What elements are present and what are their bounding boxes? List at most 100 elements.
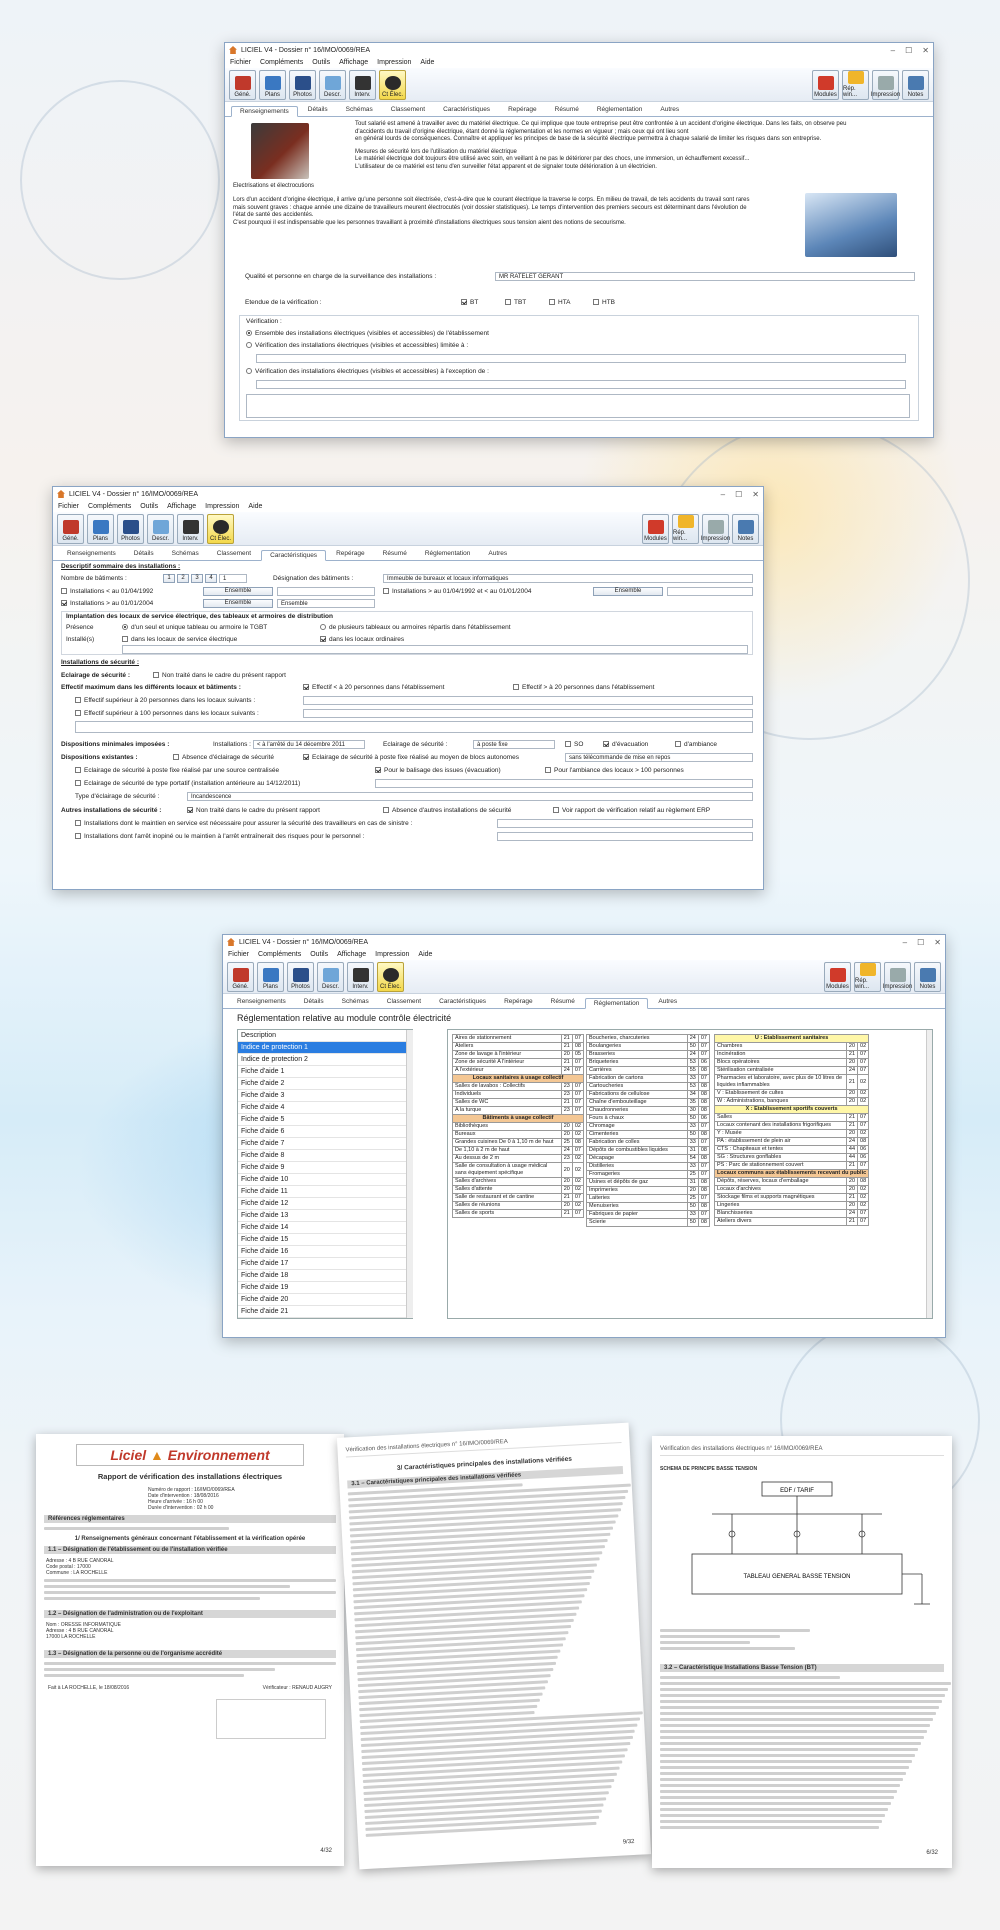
menu-affichage[interactable]: Affichage [167, 503, 196, 510]
menu-impression[interactable]: Impression [205, 503, 239, 510]
toolbar-interv-button[interactable]: Interv. [349, 69, 376, 100]
inst-1992-checkbox[interactable] [61, 588, 67, 595]
toolbar-photos-button[interactable]: Photos [289, 69, 316, 100]
tab-renseignements[interactable]: Renseignements [229, 997, 294, 1008]
implantation-input[interactable] [122, 645, 748, 654]
balisage-option[interactable]: Pour le balisage des issues (évacuation) [375, 767, 501, 774]
toolbar-modules-button[interactable]: Modules [812, 69, 839, 100]
htb-checkbox[interactable] [593, 299, 599, 306]
menu-fichier[interactable]: Fichier [58, 503, 79, 510]
autres-erp-checkbox[interactable] [553, 807, 559, 814]
presence-unique-option[interactable]: d'un seul et unique tableau ou armoire l… [122, 624, 267, 631]
installs-ordinaires-option[interactable]: dans les locaux ordinaires [320, 636, 404, 643]
dispo-ambiance-option[interactable]: d'ambiance [675, 741, 717, 748]
inst-2004-option[interactable]: Installations > au 01/01/2004 [61, 600, 153, 607]
presence-plusieurs-option[interactable]: de plusieurs tableaux ou armoires répart… [320, 624, 511, 631]
dispo-so-checkbox[interactable] [565, 741, 571, 748]
presence-plusieurs-radio[interactable] [320, 624, 326, 631]
autres-sub2-input[interactable] [497, 832, 753, 841]
toolbar-modules-button[interactable]: Modules [824, 961, 851, 992]
reglementation-list-item[interactable]: Fiche d'aide 7 [238, 1138, 412, 1150]
eclairage-non-traite-option[interactable]: Non traité dans le cadre du présent rapp… [153, 672, 286, 679]
toolbar-gene-button[interactable]: Géné. [229, 69, 256, 100]
menu-fichier[interactable]: Fichier [230, 59, 251, 66]
toolbar-descr-button[interactable]: Descr. [147, 513, 174, 544]
reglementation-list-item[interactable]: Fiche d'aide 20 [238, 1294, 412, 1306]
etendue-bt[interactable]: BT [461, 299, 478, 306]
tab-reperage[interactable]: Repérage [500, 105, 545, 116]
installs-ordinaires-checkbox[interactable] [320, 636, 326, 643]
toolbar-ct-elec-button[interactable]: Ct Élec. [207, 513, 234, 544]
verif-ensemble-radio[interactable] [246, 330, 252, 337]
reglementation-list-item[interactable]: Fiche d'aide 3 [238, 1090, 412, 1102]
batiment-3-button[interactable]: 3 [191, 574, 203, 583]
eclair-centr-option[interactable]: Eclairage de sécurité à poste fixe réali… [75, 767, 279, 774]
autres-non-traite-checkbox[interactable] [187, 807, 193, 814]
menu-impression[interactable]: Impression [375, 951, 409, 958]
eclair-centr-checkbox[interactable] [75, 767, 81, 774]
inst-2004-ensemble-button[interactable]: Ensemble [203, 599, 273, 608]
effectif-sub20-checkbox[interactable] [75, 697, 81, 704]
inst-1992-ensemble-button[interactable]: Ensemble [203, 587, 273, 596]
tab-resume[interactable]: Résumé [375, 549, 415, 560]
tab-autres[interactable]: Autres [650, 997, 685, 1008]
dispo-installations-select[interactable]: < à l'arrêté du 14 décembre 2011 [253, 740, 365, 749]
eclairage-non-traite-checkbox[interactable] [153, 672, 159, 679]
designation-input[interactable]: Immeuble de bureaux et locaux informatiq… [383, 574, 753, 583]
autres-erp-option[interactable]: Voir rapport de vérification relatif au … [553, 807, 710, 814]
menu-complements[interactable]: Compléments [88, 503, 131, 510]
reglementation-list-item[interactable]: Fiche d'aide 9 [238, 1162, 412, 1174]
verif-option-ensemble[interactable]: Ensemble des installations électriques (… [246, 330, 489, 337]
inst-2004-checkbox[interactable] [61, 600, 67, 607]
toolbar-impression-button[interactable]: Impression [871, 69, 900, 100]
tab-renseignements[interactable]: Renseignements [231, 106, 298, 117]
qualite-input[interactable]: MR RATELET GERANT [495, 272, 915, 281]
verif-limitee-radio[interactable] [246, 342, 252, 349]
tab-renseignements[interactable]: Renseignements [59, 549, 124, 560]
toolbar-interv-button[interactable]: Interv. [177, 513, 204, 544]
tbt-checkbox[interactable] [505, 299, 511, 306]
tab-reperage[interactable]: Repérage [496, 997, 541, 1008]
toolbar-gene-button[interactable]: Géné. [57, 513, 84, 544]
reglementation-list-item[interactable]: Description [238, 1030, 412, 1042]
dispo-so-option[interactable]: SO [565, 741, 583, 748]
tab-caracteristiques[interactable]: Caractéristiques [435, 105, 498, 116]
inst-1992b-option[interactable]: Installations > au 01/04/1992 et < au 01… [383, 588, 532, 595]
toolbar-descr-button[interactable]: Descr. [317, 961, 344, 992]
toolbar-impression-button[interactable]: Impression [701, 513, 730, 544]
tab-classement[interactable]: Classement [209, 549, 259, 560]
portatif-checkbox[interactable] [75, 780, 81, 787]
toolbar-rep-win-button[interactable]: Rép. win... [672, 513, 699, 544]
toolbar-ct-elec-button[interactable]: Ct Élec. [377, 961, 404, 992]
toolbar-notes-button[interactable]: Notes [732, 513, 759, 544]
reglementation-list-item[interactable]: Fiche d'aide 10 [238, 1174, 412, 1186]
toolbar-plans-button[interactable]: Plans [257, 961, 284, 992]
type-eclair-select[interactable]: Incandescence [187, 792, 753, 801]
reglementation-list-item[interactable]: Fiche d'aide 14 [238, 1222, 412, 1234]
autres-sub1-option[interactable]: Installations dont le maintien en servic… [75, 820, 412, 827]
reglementation-list-item[interactable]: Fiche d'aide 4 [238, 1102, 412, 1114]
tab-reglementation[interactable]: Réglementation [589, 105, 651, 116]
tab-classement[interactable]: Classement [383, 105, 433, 116]
telecommande-select[interactable]: sans télécommande de mise en repos [565, 753, 753, 762]
portatif-option[interactable]: Eclairage de sécurité de type portatif (… [75, 780, 300, 787]
toolbar-notes-button[interactable]: Notes [914, 961, 941, 992]
eclair-fixe-checkbox[interactable] [303, 754, 309, 761]
dispo-eclairage-select[interactable]: à poste fixe [473, 740, 555, 749]
close-icon[interactable]: ✕ [934, 938, 941, 947]
installs-service-checkbox[interactable] [122, 636, 128, 643]
table-scrollbar[interactable] [926, 1030, 932, 1318]
batiment-1-button[interactable]: 1 [163, 574, 175, 583]
inst-1992-option[interactable]: Installations < au 01/04/1992 [61, 588, 153, 595]
hta-checkbox[interactable] [549, 299, 555, 306]
tab-resume[interactable]: Résumé [547, 105, 587, 116]
autres-sub1-input[interactable] [497, 819, 753, 828]
tab-classement[interactable]: Classement [379, 997, 429, 1008]
tab-details[interactable]: Détails [296, 997, 332, 1008]
effectif-sub100-checkbox[interactable] [75, 710, 81, 717]
minimize-icon[interactable]: – [891, 46, 895, 55]
toolbar-rep-win-button[interactable]: Rép. win... [854, 961, 881, 992]
reglementation-list-item[interactable]: Fiche d'aide 19 [238, 1282, 412, 1294]
tab-reglementation[interactable]: Réglementation [417, 549, 479, 560]
etendue-tbt[interactable]: TBT [505, 299, 526, 306]
